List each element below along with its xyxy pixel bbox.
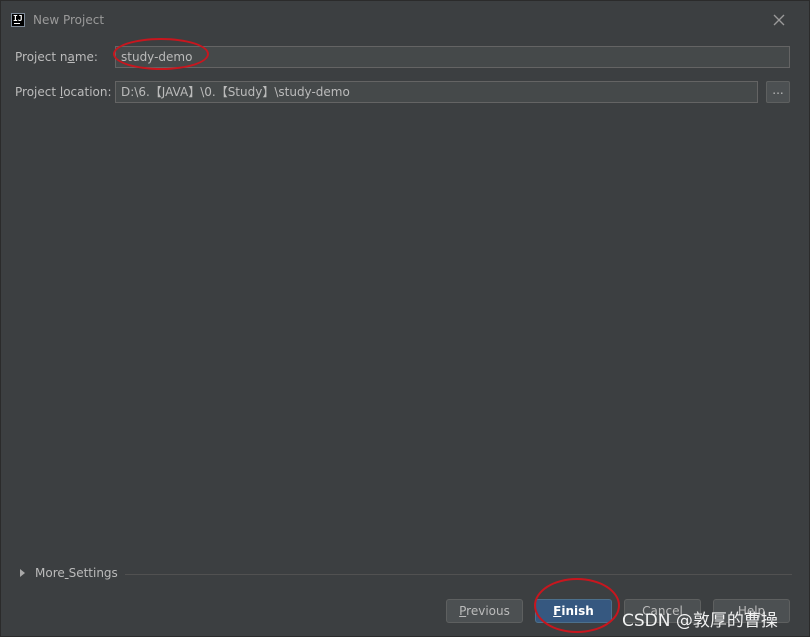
watermark-text: CSDN @敦厚的曹操	[622, 611, 778, 631]
project-location-input[interactable]: D:\6.【JAVA】\0.【Study】\study-demo	[115, 81, 758, 103]
project-location-label: Project location:	[15, 85, 112, 99]
app-icon-text: IJ	[13, 14, 23, 23]
finish-button[interactable]: Finish	[535, 599, 612, 623]
project-name-label: Project name:	[15, 50, 98, 64]
expand-arrow-icon	[20, 569, 25, 577]
previous-button[interactable]: Previous	[446, 599, 523, 623]
project-name-input[interactable]: study-demo	[115, 46, 790, 68]
title-bar: IJ New Project	[1, 9, 809, 35]
more-settings-divider	[125, 574, 792, 575]
intellij-icon: IJ	[11, 13, 25, 27]
window-title: New Project	[33, 13, 105, 27]
project-name-value: study-demo	[121, 50, 193, 64]
new-project-dialog: IJ New Project Project name: study-demo …	[0, 0, 810, 637]
browse-button[interactable]: ...	[766, 81, 790, 103]
close-icon[interactable]	[771, 12, 787, 28]
more-settings-label: More Settings	[35, 566, 118, 580]
project-location-value: D:\6.【JAVA】\0.【Study】\study-demo	[121, 85, 350, 99]
